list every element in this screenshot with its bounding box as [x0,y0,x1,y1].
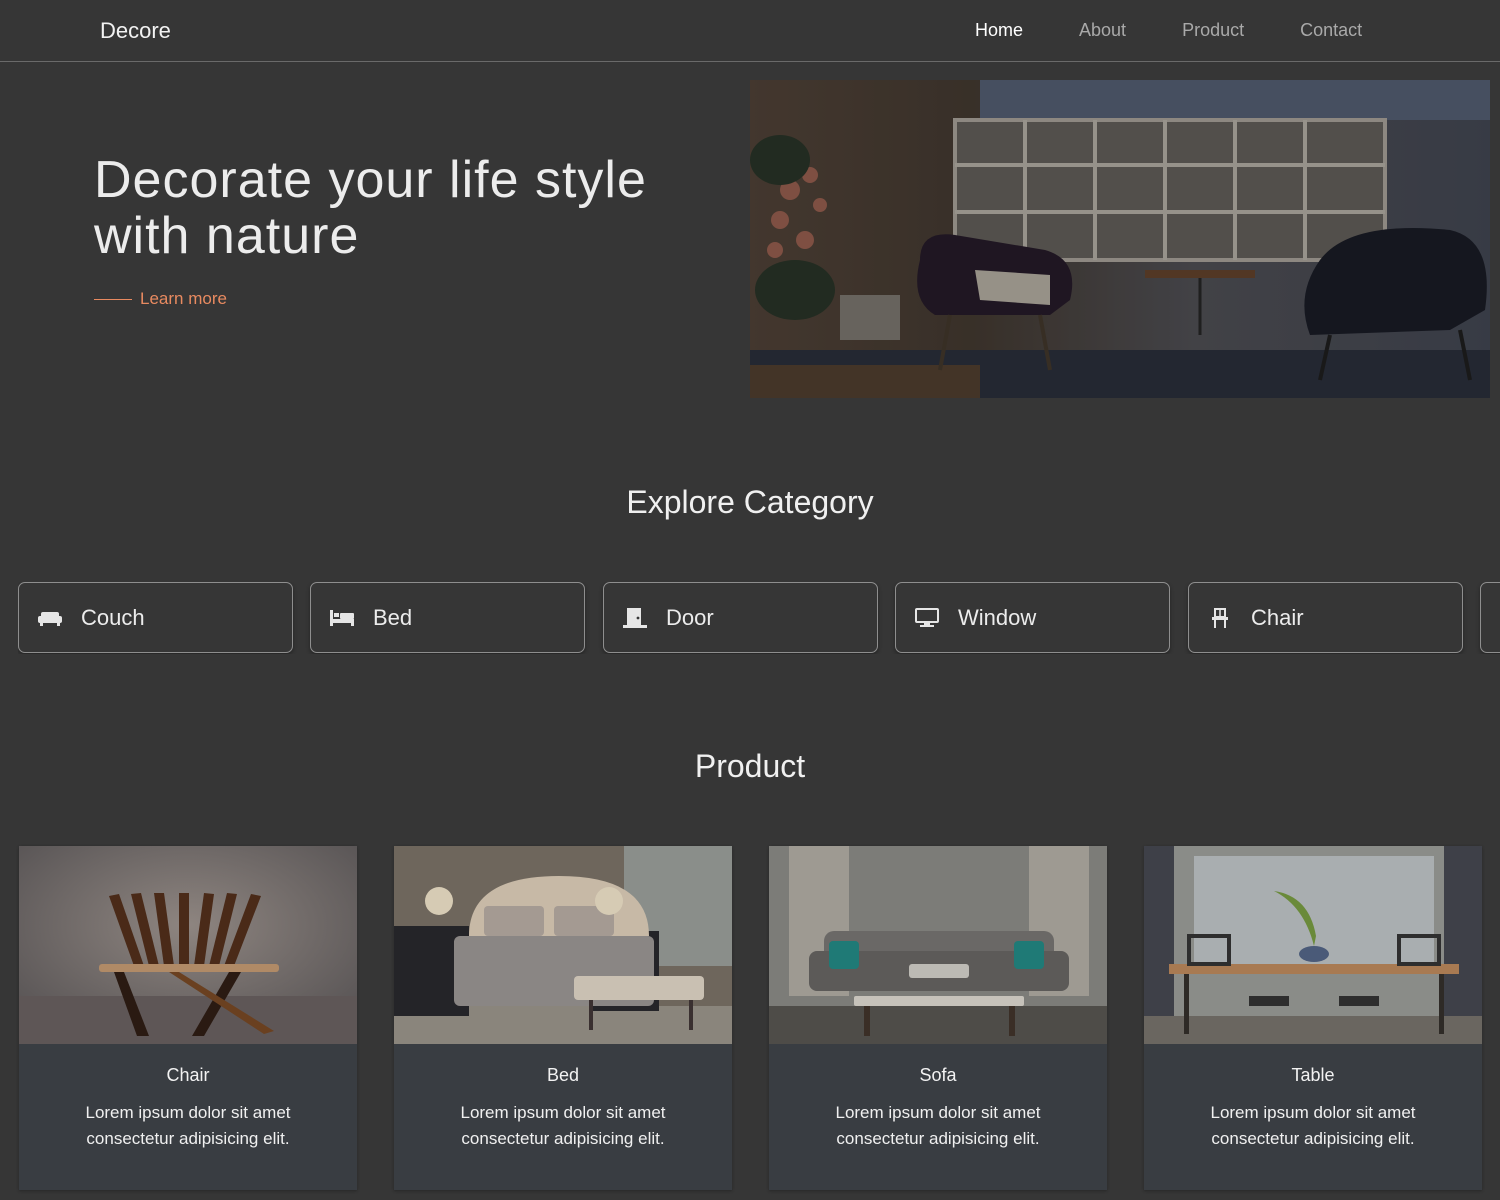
chair-icon [1207,607,1233,629]
learn-more-line [94,298,132,300]
nav-link-home[interactable]: Home [975,20,1023,41]
product-name: Table [1291,1065,1335,1085]
category-label: Chair [1251,604,1304,630]
category-window[interactable]: Window [895,582,1170,653]
product-description: Lorem ipsum dolor sit amet consectetur a… [85,1103,291,1148]
door-icon [622,607,648,629]
category-label: Window [958,604,1037,630]
category-bed[interactable]: Bed [310,582,585,653]
product-card-bed[interactable]: Bed Lorem ipsum dolor sit amet consectet… [394,846,732,1190]
category-chair[interactable]: Chair [1188,582,1463,653]
living-room-photo [750,80,1490,398]
hero-image [750,80,1490,398]
window-icon [914,607,940,629]
nav-link-contact[interactable]: Contact [1300,20,1362,41]
product-section-title: Product [694,748,806,784]
category-row: Couch Bed Door Window Chair [18,582,1500,654]
nav-link-product[interactable]: Product [1182,20,1244,41]
hero-title: Decorate your life style with nature [94,151,647,265]
product-card-sofa[interactable]: Sofa Lorem ipsum dolor sit amet consecte… [769,846,1107,1190]
learn-more-label: Learn more [140,289,227,308]
category-label: Door [666,604,714,630]
product-description: Lorem ipsum dolor sit amet consectetur a… [460,1103,666,1148]
learn-more-link[interactable]: Learn more [94,289,227,309]
product-name: Bed [546,1065,580,1085]
category-more[interactable] [1480,582,1500,653]
product-name: Chair [166,1065,210,1085]
nav-links: Home About Product Contact [975,20,1418,41]
category-door[interactable]: Door [603,582,878,653]
chair-photo [19,846,357,1044]
sofa-photo [769,846,1107,1044]
table-photo [1144,846,1482,1044]
bed-icon [329,607,355,629]
top-navbar: Decore Home About Product Contact [0,0,1500,62]
explore-category-title: Explore Category [626,484,874,520]
bed-photo [394,846,732,1044]
product-description: Lorem ipsum dolor sit amet consectetur a… [835,1103,1041,1148]
brand-logo[interactable]: Decore [100,18,171,44]
category-label: Couch [81,604,145,630]
category-label: Bed [373,604,413,630]
category-couch[interactable]: Couch [18,582,293,653]
product-description: Lorem ipsum dolor sit amet consectetur a… [1210,1103,1416,1148]
product-card-chair[interactable]: Chair Lorem ipsum dolor sit amet consect… [19,846,357,1190]
nav-link-about[interactable]: About [1079,20,1126,41]
product-name: Sofa [919,1065,957,1085]
couch-icon [37,607,63,629]
product-card-table[interactable]: Table Lorem ipsum dolor sit amet consect… [1144,846,1482,1190]
